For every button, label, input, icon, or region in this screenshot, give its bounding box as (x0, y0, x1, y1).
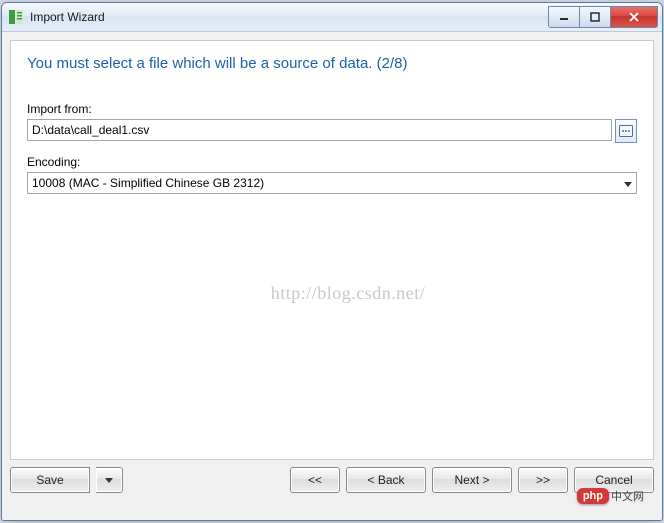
import-wizard-window: Import Wizard You must select a file whi… (1, 2, 663, 521)
maximize-button[interactable] (580, 6, 611, 28)
overlay-brand: php (577, 488, 609, 504)
next-button[interactable]: Next > (432, 467, 512, 493)
encoding-row: 10008 (MAC - Simplified Chinese GB 2312) (27, 172, 637, 194)
close-button[interactable] (611, 6, 658, 28)
titlebar: Import Wizard (2, 3, 662, 32)
chevron-down-icon (105, 478, 113, 483)
import-from-row: D:\data\call_deal1.csv (27, 119, 637, 143)
minimize-button[interactable] (548, 6, 580, 28)
chevron-down-icon (624, 174, 632, 192)
encoding-label: Encoding: (27, 155, 637, 169)
encoding-select[interactable]: 10008 (MAC - Simplified Chinese GB 2312) (27, 172, 637, 194)
first-button[interactable]: << (290, 467, 340, 493)
back-button[interactable]: < Back (346, 467, 426, 493)
save-split-button: Save (10, 467, 123, 493)
import-from-input[interactable]: D:\data\call_deal1.csv (27, 119, 612, 141)
watermark-text: http://blog.csdn.net/ (27, 283, 654, 304)
encoding-value: 10008 (MAC - Simplified Chinese GB 2312) (32, 176, 264, 190)
app-icon (8, 9, 24, 25)
save-dropdown-button[interactable] (96, 467, 123, 493)
import-from-label: Import from: (27, 102, 637, 116)
wizard-panel: You must select a file which will be a s… (10, 40, 654, 460)
button-bar: Save << < Back Next > >> Cancel (10, 466, 654, 494)
browse-button[interactable] (615, 119, 637, 143)
content-area: You must select a file which will be a s… (2, 32, 662, 520)
last-button[interactable]: >> (518, 467, 568, 493)
overlay-badge: php 中文网 (577, 488, 644, 504)
window-buttons (548, 6, 658, 28)
ellipsis-icon (619, 125, 633, 137)
save-button[interactable]: Save (10, 467, 90, 493)
overlay-site: 中文网 (611, 488, 644, 504)
wizard-heading: You must select a file which will be a s… (27, 55, 637, 72)
window-title: Import Wizard (30, 3, 548, 31)
